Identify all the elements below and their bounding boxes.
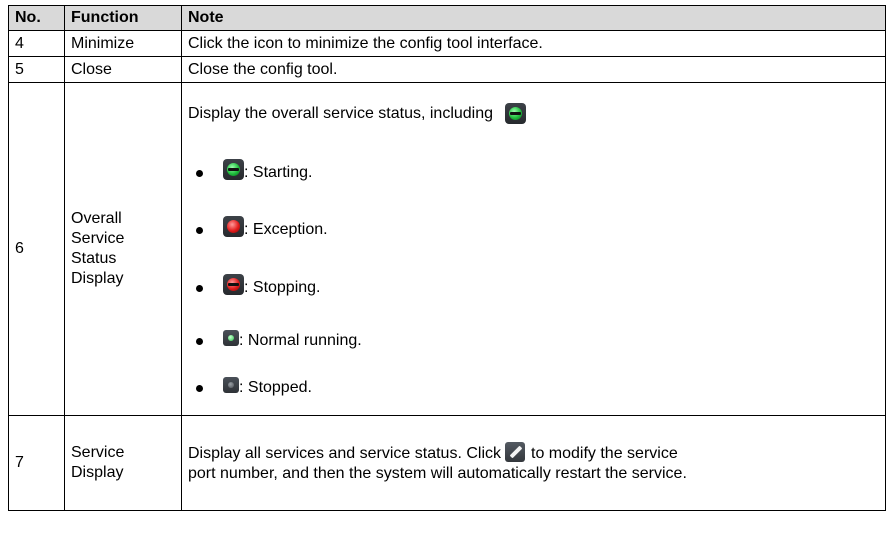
bullet <box>196 284 203 292</box>
header-row: No. Function Note <box>8 5 886 31</box>
status-label: : Stopping. <box>244 279 321 296</box>
row-note: Display the overall service status, incl… <box>181 82 886 416</box>
list-item: : Exception. <box>188 215 328 240</box>
status-label: : Stopped. <box>239 379 312 396</box>
header-note: Note <box>181 5 886 31</box>
row-function: Close <box>64 56 182 83</box>
row-no: 4 <box>8 30 65 57</box>
note-line-2: port number, and then the system will au… <box>188 465 687 482</box>
note-text: Display all services and service status.… <box>188 445 501 462</box>
status-label: : Exception. <box>244 221 328 238</box>
stopping-status-icon <box>223 273 244 295</box>
status-label: : Starting. <box>244 164 313 181</box>
stopped-icon <box>223 377 239 393</box>
row-note: Click the icon to minimize the config to… <box>181 30 886 57</box>
row-function: Minimize <box>64 30 182 57</box>
function-line: Service <box>71 444 125 461</box>
bullet <box>196 169 203 177</box>
normal-running-icon <box>223 330 239 346</box>
status-intro: Display the overall service status, incl… <box>188 103 527 124</box>
row-no: 7 <box>8 415 65 511</box>
list-item: : Stopping. <box>188 273 321 298</box>
status-intro-text: Display the overall service status, incl… <box>188 104 494 122</box>
row-function: Service Display <box>64 415 182 511</box>
exception-status-icon <box>223 215 244 237</box>
bullet <box>196 384 203 392</box>
table-row: 6 Overall Service Status Display Display… <box>8 82 886 416</box>
header-function: Function <box>64 5 182 31</box>
row-note: Display all services and service status.… <box>181 415 886 511</box>
table-row: 7 Service Display Display all services a… <box>8 415 886 511</box>
bullet <box>196 226 203 234</box>
list-item: : Normal running. <box>188 330 362 351</box>
list-item: : Stopped. <box>188 377 312 398</box>
row-note: Close the config tool. <box>181 56 886 83</box>
bullet <box>196 337 203 345</box>
function-table: No. Function Note 4 Minimize Click the i… <box>8 5 886 511</box>
row-function: Overall Service Status Display <box>64 82 182 416</box>
note-text: to modify the service <box>531 445 678 462</box>
header-no: No. <box>8 5 65 31</box>
list-item: : Starting. <box>188 158 313 183</box>
pencil-edit-icon <box>505 442 525 462</box>
starting-status-icon <box>223 158 244 180</box>
table-row: 4 Minimize Click the icon to minimize th… <box>8 30 886 57</box>
table-row: 5 Close Close the config tool. <box>8 56 886 83</box>
row-no: 6 <box>8 82 65 416</box>
row-no: 5 <box>8 56 65 83</box>
note-line-1: Display all services and service status.… <box>188 442 885 464</box>
function-line: Status <box>71 250 117 267</box>
starting-status-icon <box>505 103 527 124</box>
function-line: Display <box>71 270 124 287</box>
function-line: Overall <box>71 210 122 227</box>
status-label: : Normal running. <box>239 332 362 349</box>
function-line: Display <box>71 464 124 481</box>
function-line: Service <box>71 230 125 247</box>
